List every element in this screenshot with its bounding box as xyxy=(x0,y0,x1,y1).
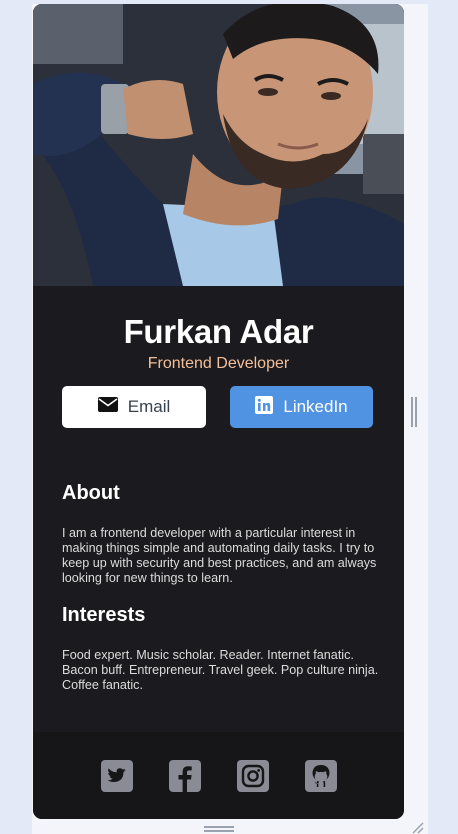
profile-info: Furkan Adar Frontend Developer Email Lin… xyxy=(33,286,404,692)
interests-section: Interests Food expert. Music scholar. Re… xyxy=(62,604,382,693)
profile-card: Furkan Adar Frontend Developer Email Lin… xyxy=(33,4,404,819)
envelope-icon xyxy=(97,397,118,417)
interests-heading: Interests xyxy=(62,604,146,626)
contact-buttons: Email LinkedIn xyxy=(33,386,404,428)
bottom-resize-grip[interactable] xyxy=(204,826,234,832)
social-footer xyxy=(33,732,404,819)
interests-text: Food expert. Music scholar. Reader. Inte… xyxy=(62,648,379,692)
email-button-label: Email xyxy=(127,397,171,416)
profile-photo xyxy=(33,4,404,286)
resize-handle[interactable] xyxy=(411,397,419,427)
about-text: I am a frontend developer with a particu… xyxy=(62,526,377,585)
linkedin-icon xyxy=(255,395,274,419)
instagram-icon[interactable] xyxy=(236,759,269,792)
profile-name: Furkan Adar xyxy=(123,313,314,350)
github-icon[interactable] xyxy=(304,759,337,792)
profile-role: Frontend Developer xyxy=(147,355,290,372)
linkedin-button[interactable]: LinkedIn xyxy=(230,386,373,428)
facebook-icon[interactable] xyxy=(168,759,201,792)
about-section: About I am a frontend developer with a p… xyxy=(62,482,382,586)
about-heading: About xyxy=(62,482,120,504)
email-button[interactable]: Email xyxy=(62,386,206,428)
twitter-icon[interactable] xyxy=(100,759,133,792)
linkedin-button-label: LinkedIn xyxy=(283,397,348,416)
corner-resize-icon[interactable] xyxy=(410,820,424,834)
